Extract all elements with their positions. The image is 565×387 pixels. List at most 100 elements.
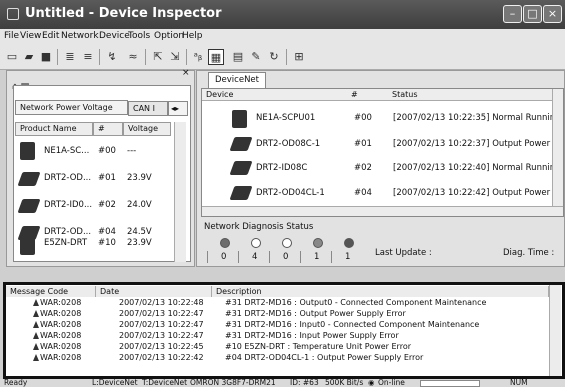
- table-row[interactable]: DRT2-OD08C-1 #01 [2007/02/13 10:22:37] O…: [202, 131, 563, 155]
- maximize-icon[interactable]: □: [523, 5, 542, 23]
- status-bar: Ready L:DeviceNet T:DeviceNet OMRON 3G8F…: [0, 379, 565, 387]
- connect-icon[interactable]: ↯: [104, 49, 120, 65]
- menu-edit[interactable]: Edit: [42, 31, 59, 41]
- table-row[interactable]: WAR:0208 2007/02/13 10:22:45 #10 E5ZN-DR…: [6, 342, 536, 352]
- tab-network-power-voltage[interactable]: Network Power Voltage: [15, 100, 128, 115]
- diag-count: 0: [221, 252, 227, 262]
- table-row[interactable]: NE1A-SCPU01 #00 [2007/02/13 10:22:35] No…: [202, 105, 561, 129]
- tab-can[interactable]: CAN I: [128, 101, 168, 116]
- diag-count: 4: [252, 252, 258, 262]
- tab-scroll-arrows-icon[interactable]: ◂▸: [168, 101, 188, 116]
- table-row[interactable]: WAR:0208 2007/02/13 10:22:47 #31 DRT2-MD…: [6, 320, 536, 330]
- tab-label: Network Power Voltage: [20, 103, 113, 112]
- edit-icon[interactable]: ✎: [248, 49, 264, 65]
- table-row[interactable]: WAR:0208 2007/02/13 10:22:47 #31 DRT2-MD…: [6, 331, 536, 341]
- menu-device[interactable]: Device: [99, 31, 130, 41]
- divider: [238, 251, 239, 263]
- upload-icon[interactable]: ⇱: [150, 49, 166, 65]
- table-row[interactable]: DRT2-OD04CL-1 #04 [2007/02/13 10:22:42] …: [202, 180, 563, 204]
- warning-icon: [33, 310, 39, 317]
- col-date[interactable]: Date: [96, 286, 212, 297]
- open-folder-icon[interactable]: ▰: [21, 49, 37, 65]
- message-description: #04 DRT2-OD04CL-1 : Output Power Supply …: [225, 353, 424, 362]
- print-preview-icon[interactable]: ≡: [80, 49, 96, 65]
- col-message-code[interactable]: Message Code: [6, 286, 96, 297]
- print-icon[interactable]: ≣: [62, 49, 78, 65]
- table-row[interactable]: WAR:0208 2007/02/13 10:22:47 #31 DRT2-MD…: [6, 309, 536, 319]
- col-number[interactable]: #: [93, 122, 123, 136]
- menu-tools[interactable]: Tools: [128, 31, 150, 41]
- message-list-scrollbar[interactable]: [549, 285, 561, 376]
- node-address: #02: [98, 200, 116, 210]
- table-row[interactable]: DRT2-ID08C #02 [2007/02/13 10:22:40] Nor…: [202, 155, 561, 179]
- message-date: 2007/02/13 10:22:47: [119, 320, 204, 329]
- tab-devicenet[interactable]: DeviceNet: [208, 72, 266, 88]
- minimize-icon[interactable]: –: [503, 5, 522, 23]
- status-target-network: T:DeviceNet: [142, 379, 188, 387]
- warning-icon: [33, 321, 39, 328]
- menu-help[interactable]: Help: [182, 31, 203, 41]
- app-icon: [7, 8, 19, 20]
- message-code: WAR:0208: [40, 298, 82, 307]
- io-module-icon: [229, 186, 253, 200]
- refresh-icon[interactable]: ↻: [266, 49, 282, 65]
- new-file-icon[interactable]: ▭: [4, 49, 20, 65]
- voltage-value: ---: [127, 146, 137, 156]
- voltage-value: 24.0V: [127, 200, 152, 210]
- online-icon: ◉: [368, 379, 375, 387]
- table-row[interactable]: WAR:0208 2007/02/13 10:22:42 #04 DRT2-OD…: [6, 353, 536, 363]
- monitor-icon[interactable]: ≈: [125, 49, 141, 65]
- col-status[interactable]: Status: [388, 89, 553, 101]
- node-address: #00: [98, 146, 116, 156]
- status-num-lock: NUM: [510, 379, 528, 387]
- col-voltage[interactable]: Voltage: [123, 122, 171, 136]
- voltage-value: 23.9V: [127, 173, 152, 183]
- message-description: #31 DRT2-MD16 : Output Power Supply Erro…: [225, 309, 406, 318]
- menu-view[interactable]: View: [20, 31, 41, 41]
- message-date: 2007/02/13 10:22:48: [119, 298, 204, 307]
- divider: [300, 251, 301, 263]
- toolbar-divider: [99, 49, 100, 65]
- message-description: #31 DRT2-MD16 : Output0 - Connected Comp…: [225, 298, 487, 307]
- device-name: NE1A-SCPU01: [256, 113, 316, 123]
- list-item[interactable]: E5ZN-DRT #10 23.9V: [14, 233, 173, 255]
- list-item[interactable]: NE1A-SC... #00 ---: [14, 137, 173, 164]
- col-product-name[interactable]: Product Name: [15, 122, 93, 136]
- network-diagnosis-status: Network Diagnosis Status 0 4 0 1 1 Last …: [204, 222, 564, 266]
- address-icon[interactable]: ᵃᵦ: [190, 49, 206, 65]
- toolbar-divider: [57, 49, 58, 65]
- device-list-vscrollbar[interactable]: [552, 89, 563, 206]
- product-name: DRT2-OD...: [44, 173, 92, 183]
- col-device[interactable]: Device: [202, 89, 347, 101]
- divider: [269, 251, 270, 263]
- col-number[interactable]: #: [347, 89, 388, 101]
- device-name: DRT2-OD08C-1: [256, 139, 321, 149]
- table-view-icon[interactable]: ▦: [208, 49, 224, 65]
- info-icon[interactable]: ⊞: [291, 49, 307, 65]
- save-icon[interactable]: ■: [38, 49, 54, 65]
- list-item[interactable]: DRT2-ID0... #02 24.0V: [14, 191, 173, 218]
- node-address: #10: [98, 238, 116, 248]
- divider: [207, 251, 208, 263]
- diag-count: 0: [283, 252, 289, 262]
- title-bar: Untitled - Device Inspector – □ ×: [0, 0, 565, 29]
- table-row[interactable]: WAR:0208 2007/02/13 10:22:48 #31 DRT2-MD…: [6, 298, 536, 308]
- toolbar-divider: [186, 49, 187, 65]
- menu-option[interactable]: Option: [154, 31, 184, 41]
- list-item[interactable]: DRT2-OD... #01 23.9V: [14, 164, 173, 191]
- menu-network[interactable]: Network: [61, 31, 99, 41]
- status-led-icon: [282, 238, 292, 248]
- node-address: #01: [98, 173, 116, 183]
- menu-file[interactable]: File: [4, 31, 19, 41]
- message-code: WAR:0208: [40, 320, 82, 329]
- device-list-hscrollbar[interactable]: [202, 206, 563, 216]
- toolbar-divider: [145, 49, 146, 65]
- col-description[interactable]: Description: [212, 286, 549, 297]
- grid-icon[interactable]: ▤: [230, 49, 246, 65]
- close-icon[interactable]: ×: [543, 5, 562, 23]
- io-module-icon: [17, 172, 41, 186]
- device-list: Device # Status NE1A-SCPU01 #00 [2007/02…: [201, 88, 564, 217]
- message-date: 2007/02/13 10:22:45: [119, 342, 204, 351]
- download-icon[interactable]: ⇲: [167, 49, 183, 65]
- voltage-list-scrollbar[interactable]: [174, 122, 186, 262]
